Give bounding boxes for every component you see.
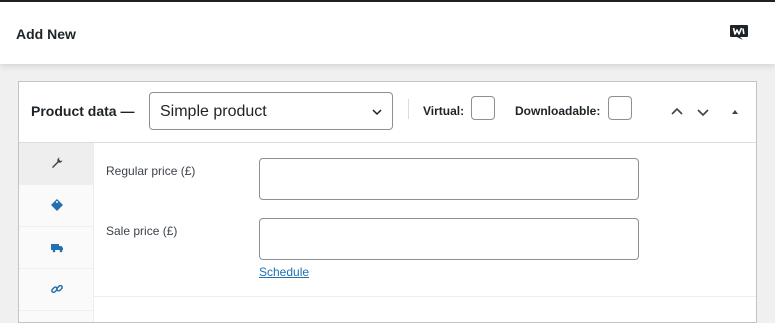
chevron-down-icon [372, 109, 382, 116]
sale-price-input[interactable] [259, 218, 639, 260]
virtual-label: Virtual: [423, 104, 465, 118]
woocommerce-logo-icon [730, 25, 748, 40]
tag-icon [51, 199, 63, 211]
link-icon [51, 284, 63, 294]
downloadable-checkbox[interactable] [608, 96, 632, 120]
product-data-header: Product data — Simple product Virtual: D… [19, 82, 756, 143]
truck-icon [51, 244, 63, 253]
product-data-tabs [19, 143, 94, 322]
header-separator [408, 99, 409, 119]
tab-linked-products[interactable] [19, 269, 93, 311]
sale-price-label: Sale price (£) [106, 224, 178, 238]
toggle-panel-icon[interactable] [727, 104, 743, 120]
regular-price-label: Regular price (£) [106, 164, 196, 178]
wrench-icon [52, 157, 63, 168]
downloadable-label: Downloadable: [515, 104, 601, 118]
virtual-checkbox[interactable] [471, 96, 495, 120]
page-header: Add New [0, 2, 775, 64]
tab-inventory[interactable] [19, 185, 93, 227]
schedule-link[interactable]: Schedule [259, 265, 309, 279]
product-type-select[interactable]: Simple product [149, 92, 393, 130]
tab-shipping[interactable] [19, 227, 93, 269]
product-data-panel: Product data — Simple product Virtual: D… [18, 81, 757, 323]
row-divider [94, 296, 756, 297]
move-up-icon[interactable] [669, 104, 685, 120]
product-type-value: Simple product [160, 103, 267, 120]
regular-price-input[interactable] [259, 158, 639, 200]
move-down-icon[interactable] [695, 104, 711, 120]
tab-general[interactable] [19, 143, 93, 185]
page-title: Add New [16, 26, 76, 42]
product-data-label: Product data — [31, 103, 135, 119]
